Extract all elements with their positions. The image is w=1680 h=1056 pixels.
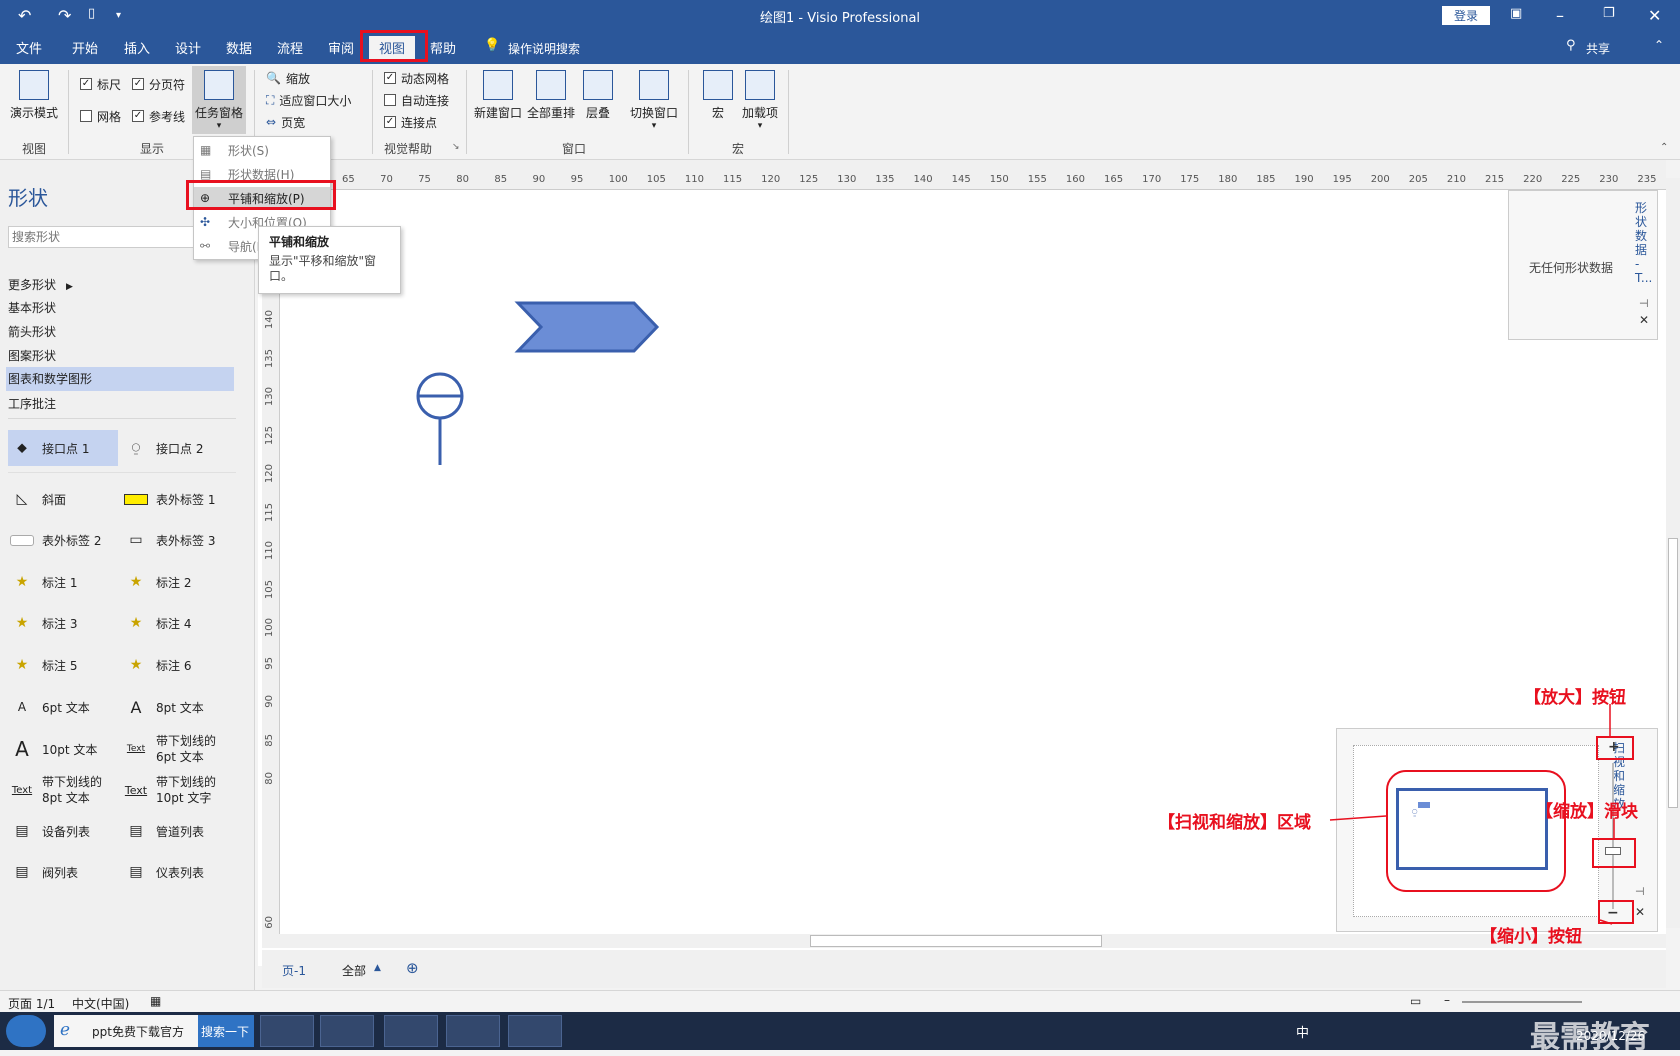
zoom-slider-annotation: 【缩放】滑块 xyxy=(1536,802,1638,822)
zoom-out-annotation: 【缩小】按钮 xyxy=(1480,927,1582,947)
annotation-lines xyxy=(1329,704,1615,925)
pan-zoom-area-annotation: 【扫视和缩放】区域 xyxy=(1158,813,1311,833)
zoom-in-annotation: 【放大】按钮 xyxy=(1524,688,1626,708)
pan-zoom-area-leader xyxy=(1329,815,1387,821)
zoom-out-leader xyxy=(1599,919,1613,925)
